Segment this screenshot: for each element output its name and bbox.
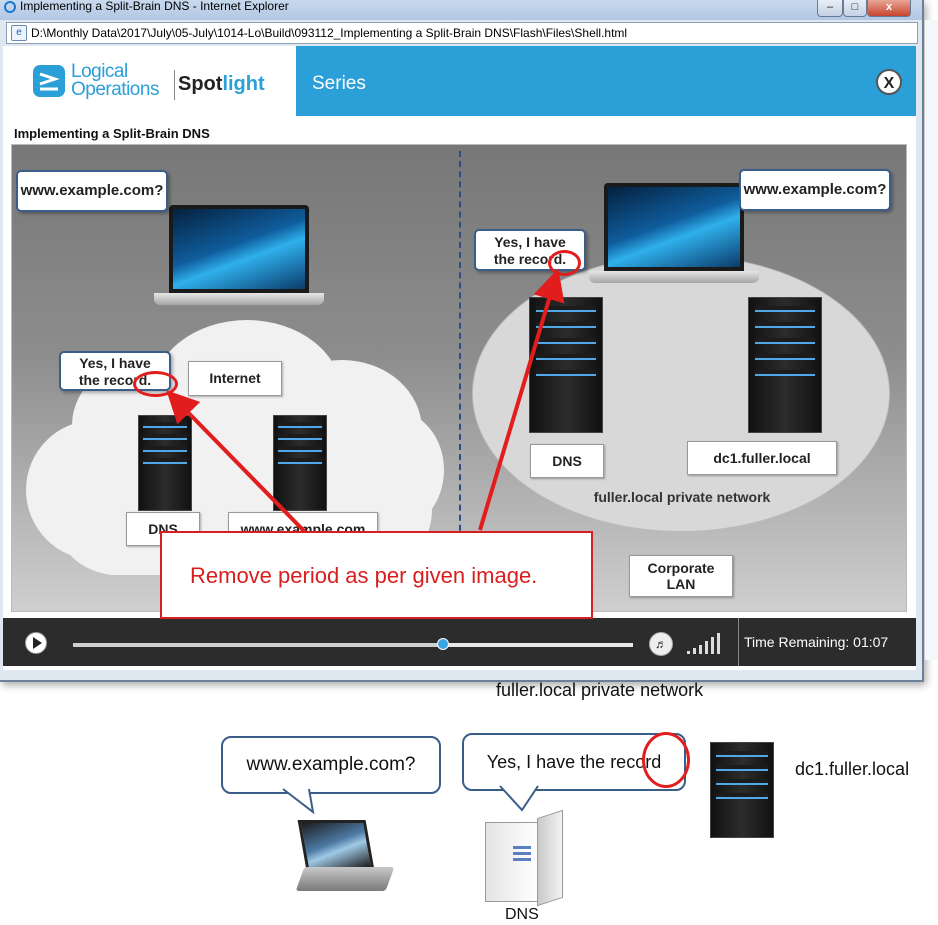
right-laptop bbox=[589, 183, 759, 287]
reference-query-bubble: www.example.com? bbox=[221, 736, 441, 794]
background-window-edge bbox=[924, 20, 938, 660]
minimize-button[interactable]: – bbox=[817, 0, 843, 17]
left-answer-line-1: Yes, I have bbox=[79, 355, 151, 371]
spotlight-accent: light bbox=[222, 73, 265, 95]
reference-dc1-label: dc1.fuller.local bbox=[795, 759, 910, 779]
right-query-bubble: www.example.com? bbox=[739, 169, 891, 211]
right-dns-server bbox=[529, 297, 603, 433]
reference-network-label: fuller.local private network bbox=[496, 680, 704, 700]
play-icon bbox=[33, 637, 42, 649]
address-bar[interactable]: e D:\Monthly Data\2017\July\05-July\1014… bbox=[6, 22, 918, 44]
address-text: D:\Monthly Data\2017\July\05-July\1014-L… bbox=[31, 26, 628, 40]
logical-operations-logo-icon bbox=[33, 65, 65, 97]
spotlight-plain: Spot bbox=[178, 73, 223, 95]
reference-answer-tail bbox=[499, 785, 539, 812]
logo-area: Logical Operations Spotlight bbox=[3, 46, 291, 116]
dc1-server bbox=[748, 297, 822, 433]
ie-logo-icon bbox=[4, 1, 16, 13]
annotation-text: Remove period as per given image. bbox=[190, 563, 538, 588]
reference-highlight-circle bbox=[642, 732, 690, 788]
left-query-bubble: www.example.com? bbox=[16, 170, 168, 212]
volume-level-icon[interactable] bbox=[685, 628, 725, 658]
reference-query-tail bbox=[282, 788, 315, 815]
progress-fill bbox=[73, 643, 443, 647]
corporate-lan-label: Corporate LAN bbox=[629, 555, 733, 597]
time-divider bbox=[738, 618, 739, 666]
internet-label: Internet bbox=[188, 361, 282, 396]
volume-icon[interactable]: ♬ bbox=[649, 632, 673, 656]
left-web-server bbox=[273, 415, 327, 511]
left-dns-server bbox=[138, 415, 192, 511]
close-icon[interactable]: X bbox=[876, 69, 902, 95]
right-dns-label: DNS bbox=[530, 444, 604, 478]
annotation-note: Remove period as per given image. bbox=[160, 531, 593, 619]
network-divider bbox=[459, 151, 461, 551]
reference-dns-label: DNS bbox=[505, 906, 539, 923]
left-period-highlight bbox=[133, 371, 178, 397]
title-bar: Implementing a Split-Brain DNS - Interne… bbox=[0, 0, 922, 20]
corp-line-1: Corporate bbox=[647, 560, 715, 576]
control-bar: ♬ Time Remaining: 01:07 bbox=[3, 618, 916, 666]
corp-line-2: LAN bbox=[666, 576, 696, 592]
reference-dns-server bbox=[485, 809, 563, 907]
progress-knob[interactable] bbox=[436, 638, 449, 650]
course-title: Implementing a Split-Brain DNS bbox=[14, 126, 210, 141]
play-button[interactable] bbox=[25, 632, 47, 654]
time-remaining: Time Remaining: 01:07 bbox=[744, 634, 889, 650]
maximize-button[interactable]: □ bbox=[843, 0, 867, 17]
dc1-label: dc1.fuller.local bbox=[687, 441, 837, 475]
ie-page-icon: e bbox=[11, 25, 27, 41]
spotlight-logo: Spotlight bbox=[178, 73, 265, 96]
series-label: Series bbox=[312, 73, 366, 94]
logo-text: Logical Operations bbox=[71, 62, 159, 100]
logo-divider bbox=[174, 70, 175, 100]
left-laptop bbox=[154, 205, 324, 309]
window-title: Implementing a Split-Brain DNS - Interne… bbox=[20, 0, 289, 13]
right-answer-line-1: Yes, I have bbox=[494, 234, 566, 250]
reference-laptop bbox=[295, 820, 395, 898]
reference-dc1-server bbox=[710, 742, 774, 838]
logo-line-2: Operations bbox=[71, 79, 159, 100]
private-network-label: fuller.local private network bbox=[593, 489, 771, 505]
header-bar: Series X bbox=[296, 46, 916, 116]
right-period-highlight bbox=[548, 250, 581, 276]
window-close-button[interactable]: x bbox=[867, 0, 911, 17]
progress-slider[interactable] bbox=[73, 638, 633, 650]
